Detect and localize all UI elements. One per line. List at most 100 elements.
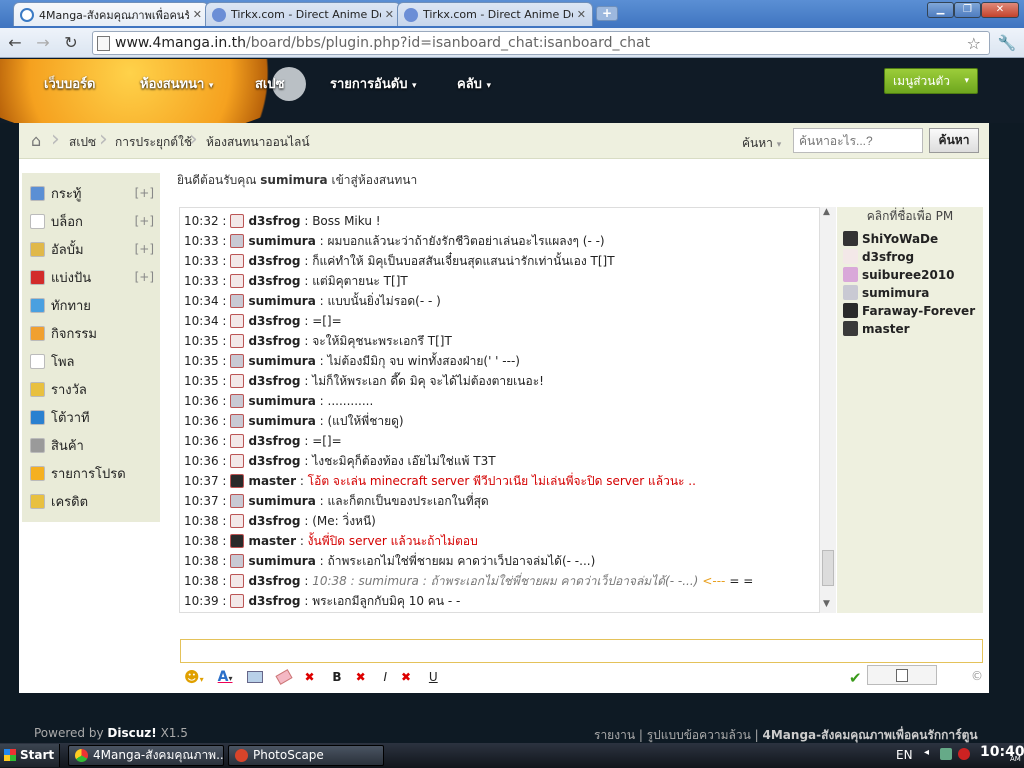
forward-icon[interactable]: → [32,33,54,53]
message-user[interactable]: sumimura [248,554,315,568]
message-user[interactable]: sumimura [248,294,315,308]
nav-chatroom[interactable]: ห้องสนทนา ▾ [140,73,213,94]
message-user[interactable]: d3sfrog [248,314,300,328]
checkmark-icon[interactable]: ✔ [849,669,862,687]
message-user[interactable]: d3sfrog [248,594,300,608]
message-user[interactable]: d3sfrog [248,374,300,388]
breadcrumb-item[interactable]: การประยุกต์ใช้ [115,133,192,152]
browser-tab[interactable]: Tirkx.com - Direct Anime Down ✕ [205,2,401,26]
message-input[interactable] [180,639,983,663]
message-user[interactable]: sumimura [248,354,315,368]
my-menu-button[interactable]: เมนูส่วนตัว ▾ [884,68,978,94]
minimize-button[interactable]: ▁ [927,2,954,18]
italic-button[interactable]: ✖ I [356,670,387,684]
sidebar-add-button[interactable]: [+] [135,214,154,228]
sidebar-item[interactable]: โพล [30,351,154,371]
start-button[interactable]: Start [0,744,60,767]
scroll-up-icon[interactable]: ▲ [823,207,830,217]
smiley-icon[interactable]: ☻▾ [184,668,204,686]
online-user[interactable]: d3sfrog [843,249,914,264]
user-avatar-icon [230,554,245,568]
close-icon[interactable]: ✕ [385,8,394,21]
online-user[interactable]: master [843,321,910,336]
search-button[interactable]: ค้นหา [929,128,979,153]
taskbar-item-photoscape[interactable]: PhotoScape [228,745,384,766]
message-user[interactable]: d3sfrog [248,214,300,228]
message-user[interactable]: d3sfrog [248,334,300,348]
reload-icon[interactable]: ↻ [60,33,82,53]
message-user[interactable]: sumimura [248,494,315,508]
message-user[interactable]: sumimura [248,414,315,428]
message-user[interactable]: d3sfrog [248,274,300,288]
browser-tab[interactable]: Tirkx.com - Direct Anime Down ✕ [397,2,593,26]
sidebar-item[interactable]: เครดิต [30,491,154,511]
separator: : [300,514,313,528]
sidebar-add-button[interactable]: [+] [135,242,154,256]
sidebar-add-button[interactable]: [+] [135,186,154,200]
taskbar-item-chrome[interactable]: 4Manga-สังคมคุณภาพ... [68,745,224,766]
sidebar-item[interactable]: โต้วาที [30,407,154,427]
chat-message: 10:33 : d3sfrog : แต่มิคุตายนะ T[]T [184,271,408,291]
scroll-down-icon[interactable]: ▼ [823,599,830,609]
message-user[interactable]: sumimura [248,234,315,248]
sidebar-item[interactable]: สินค้า [30,435,154,455]
sidebar-item[interactable]: อัลบั้ม [+] [30,239,154,259]
online-user[interactable]: ShiYoWaDe [843,231,938,246]
breadcrumb-separator: › [99,127,108,152]
discuz-link[interactable]: Discuz! [107,726,156,740]
sidebar-item[interactable]: ทักทาย [30,295,154,315]
browser-tab[interactable]: 4Manga-สังคมคุณภาพเพื่อคนรัก ✕ [13,2,209,26]
new-tab-button[interactable]: + [596,6,618,21]
message-user[interactable]: d3sfrog [248,454,300,468]
search-scope[interactable]: ค้นหา ▾ [742,134,781,153]
message-user[interactable]: d3sfrog [248,514,300,528]
message-user[interactable]: sumimura [248,394,315,408]
sidebar-item[interactable]: รายการโปรด [30,463,154,483]
chat-log[interactable]: 10:32 : d3sfrog : Boss Miku ! 10:33 : sumim… [179,207,835,613]
bold-button[interactable]: ✖ B [305,670,342,684]
home-icon[interactable]: ⌂ [31,131,41,150]
chat-scrollbar[interactable]: ▲ ▼ [819,207,836,613]
tray-expand-icon[interactable]: ◂ [924,747,929,758]
nav-webboard[interactable]: เว็บบอร์ด [44,73,95,94]
close-window-button[interactable]: ✕ [981,2,1019,18]
scroll-thumb[interactable] [822,550,834,586]
eraser-icon[interactable] [274,669,293,685]
sidebar-item[interactable]: แบ่งปัน [+] [30,267,154,287]
nav-ranking[interactable]: รายการอันดับ ▾ [330,73,417,94]
font-color-icon[interactable]: A▾ [218,669,233,685]
message-user[interactable]: d3sfrog [248,434,300,448]
sidebar-item[interactable]: กระทู้ [+] [30,183,154,203]
message-user[interactable]: master [248,534,296,548]
message-user[interactable]: master [248,474,296,488]
image-icon[interactable] [246,671,263,683]
sidebar-item[interactable]: รางวัล [30,379,154,399]
language-indicator[interactable]: EN [896,748,913,762]
message-user[interactable]: d3sfrog [248,254,300,268]
network-icon[interactable] [940,748,952,760]
message-user[interactable]: d3sfrog [248,574,300,588]
send-button[interactable] [867,665,937,685]
footer-link-site[interactable]: 4Manga-สังคมคุณภาพเพื่อคนรักการ์ตูน [763,728,978,742]
wrench-icon[interactable]: 🔧 [996,33,1018,53]
online-user[interactable]: suiburee2010 [843,267,955,282]
maximize-button[interactable]: ❐ [954,2,981,18]
bookmark-star-icon[interactable]: ☆ [967,33,981,55]
underline-button[interactable]: ✖ U [401,670,438,684]
close-icon[interactable]: ✕ [577,8,586,21]
antivirus-icon[interactable] [958,748,970,760]
address-bar[interactable]: www.4manga.in.th/board/bbs/plugin.php?id… [92,31,990,55]
footer-link-plaintext[interactable]: รูปแบบข้อความล้วน [647,728,751,742]
nav-space[interactable]: สเปซ [255,73,284,94]
sidebar-item[interactable]: กิจกรรม [30,323,154,343]
close-icon[interactable]: ✕ [193,8,202,21]
online-user[interactable]: sumimura [843,285,929,300]
footer-link-report[interactable]: รายงาน [594,728,635,742]
online-user[interactable]: Faraway-Forever [843,303,975,318]
nav-club[interactable]: คลับ ▾ [457,73,491,94]
sidebar-item[interactable]: บล็อก [+] [30,211,154,231]
breadcrumb-item[interactable]: สเปซ [69,133,96,152]
sidebar-add-button[interactable]: [+] [135,270,154,284]
back-icon[interactable]: ← [4,33,26,53]
search-input[interactable] [793,128,923,153]
